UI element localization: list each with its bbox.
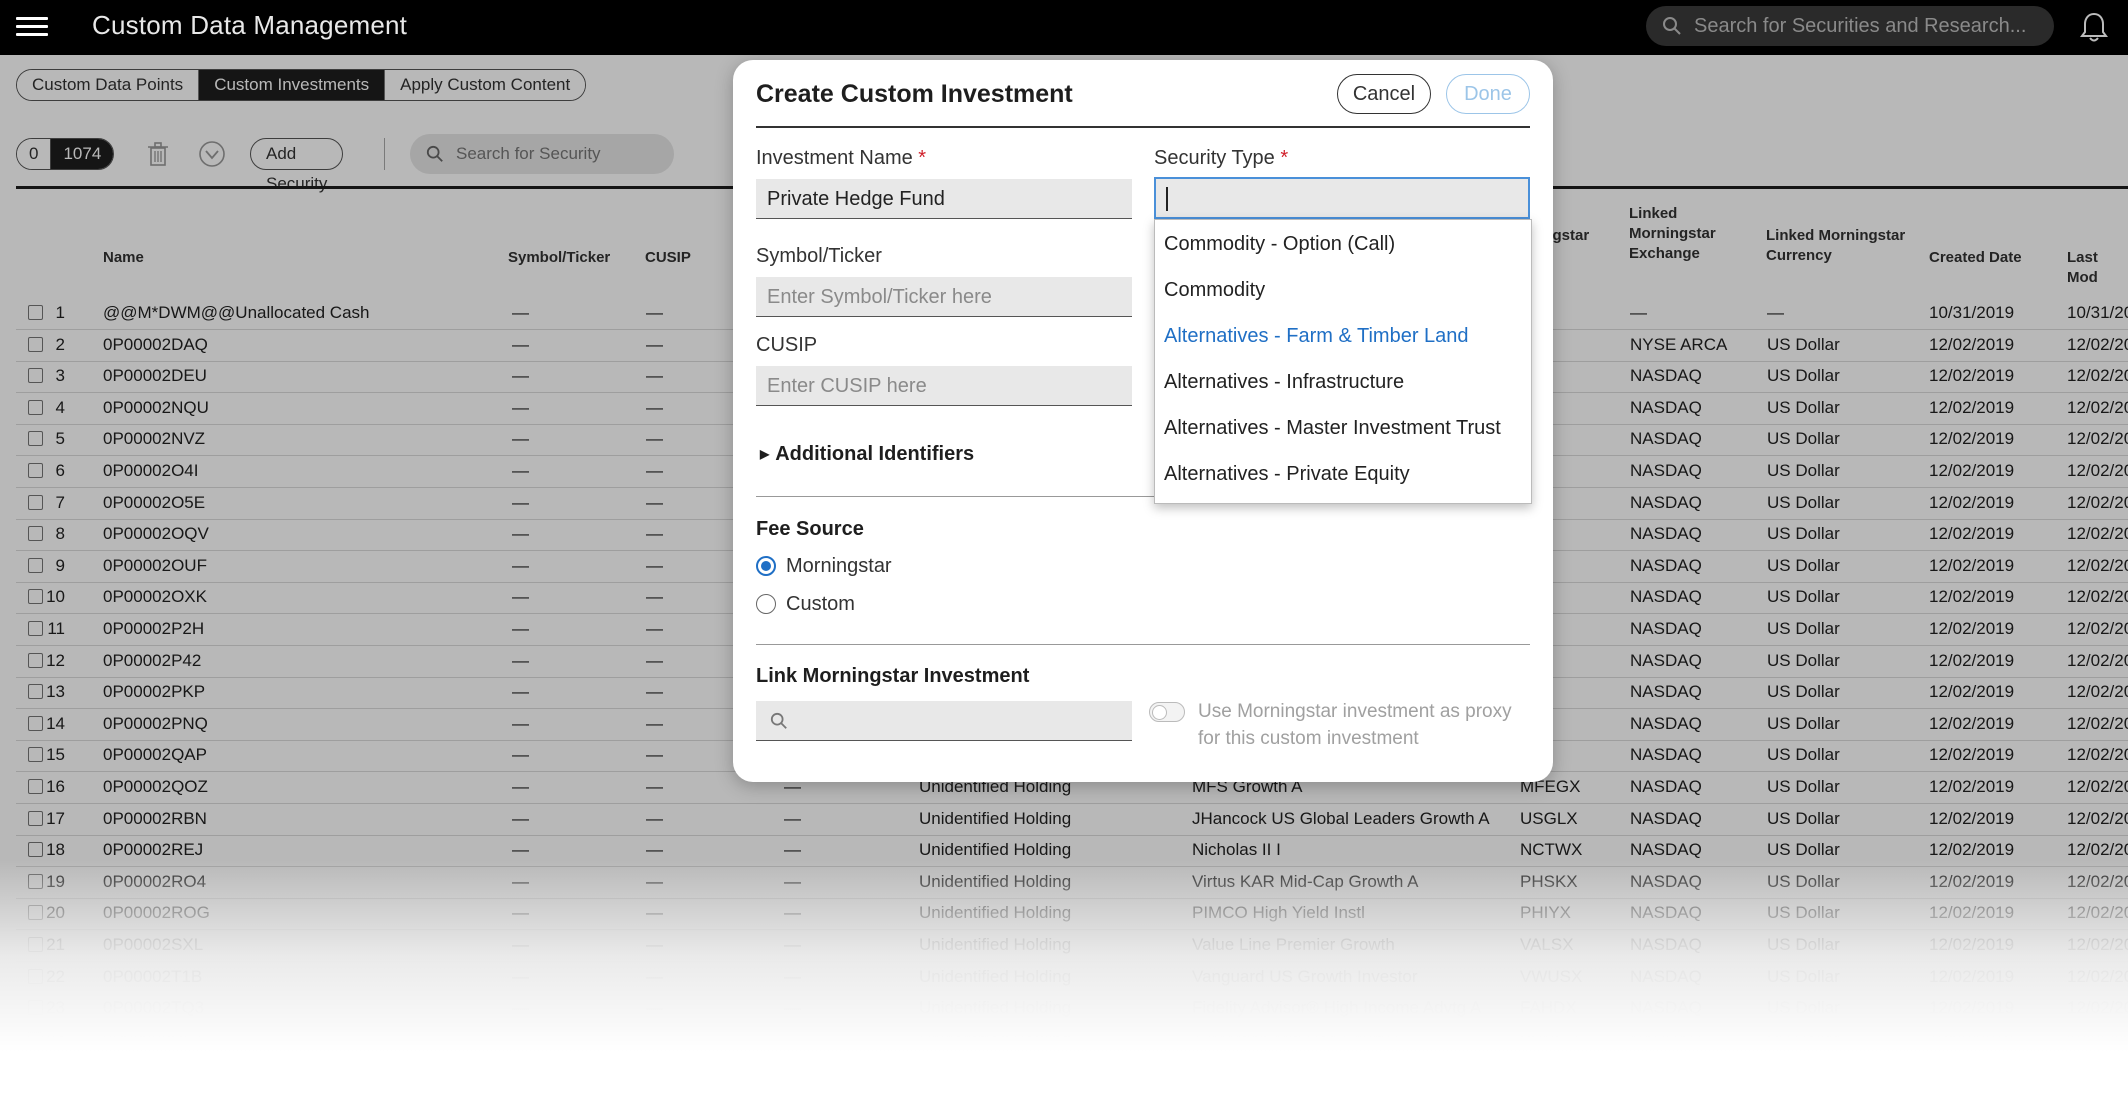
fee-source-label: Fee Source: [756, 518, 864, 540]
security-type-dropdown: Commodity - Option (Call) Commodity Altern…: [1154, 219, 1532, 504]
caret-right-icon: ▶: [760, 447, 770, 461]
menu-icon[interactable]: [16, 12, 48, 42]
cusip-field[interactable]: Enter CUSIP here: [756, 366, 1132, 406]
link-investment-label: Link Morningstar Investment: [756, 665, 1030, 687]
radio-button[interactable]: [756, 594, 776, 614]
security-type-label: Security Type *: [1154, 147, 1288, 170]
fee-source-custom-label: Custom: [786, 593, 855, 615]
radio-button-selected[interactable]: [756, 556, 776, 576]
cusip-label: CUSIP: [756, 334, 818, 356]
investment-name-label: Investment Name *: [756, 147, 926, 170]
required-mark: *: [918, 147, 927, 169]
section-divider-2: [756, 644, 1530, 645]
additional-identifiers-toggle[interactable]: ▶ Additional Identifiers: [760, 443, 974, 466]
security-type-label-text: Security Type: [1154, 147, 1275, 169]
top-bar: Custom Data Management Search for Securi…: [0, 0, 2128, 55]
app-root: Custom Data Management Search for Securi…: [0, 0, 2128, 1100]
security-type-option[interactable]: Alternatives - Private Equity: [1155, 451, 1531, 497]
security-type-option[interactable]: Alternatives - Infrastructure: [1155, 359, 1531, 405]
symbol-ticker-label: Symbol/Ticker: [756, 245, 882, 267]
investment-name-label-text: Investment Name: [756, 147, 913, 169]
bell-icon[interactable]: [2078, 10, 2110, 44]
security-type-option[interactable]: Commodity - Option (Call): [1155, 221, 1531, 267]
symbol-ticker-field[interactable]: Enter Symbol/Ticker here: [756, 277, 1132, 317]
security-type-option[interactable]: Alternatives - Farm & Timber Land: [1155, 313, 1531, 359]
proxy-toggle-label: Use Morningstar investment as proxy for …: [1198, 701, 1512, 749]
cancel-button[interactable]: Cancel: [1337, 74, 1431, 114]
global-search-placeholder: Search for Securities and Research...: [1694, 15, 2027, 37]
security-type-option[interactable]: Alternatives - Master Investment Trust: [1155, 405, 1531, 451]
security-type-option[interactable]: Commodity: [1155, 267, 1531, 313]
create-investment-dialog: Create Custom Investment Cancel Done Inv…: [733, 60, 1553, 782]
global-search-input[interactable]: Search for Securities and Research...: [1646, 6, 2054, 46]
link-investment-search[interactable]: [756, 701, 1132, 741]
search-icon: [770, 712, 787, 729]
dialog-header-rule: [756, 126, 1530, 128]
text-caret: [1166, 187, 1168, 211]
required-mark: *: [1280, 147, 1289, 169]
additional-identifiers-label: Additional Identifiers: [775, 443, 975, 465]
app-title: Custom Data Management: [92, 10, 408, 40]
search-icon: [1663, 17, 1681, 35]
done-button[interactable]: Done: [1446, 74, 1530, 114]
investment-name-field[interactable]: Private Hedge Fund: [756, 179, 1132, 219]
proxy-toggle[interactable]: [1149, 702, 1185, 722]
dialog-title: Create Custom Investment: [756, 80, 1073, 108]
security-type-input[interactable]: [1154, 177, 1530, 219]
fee-source-morningstar-label: Morningstar: [786, 555, 892, 577]
